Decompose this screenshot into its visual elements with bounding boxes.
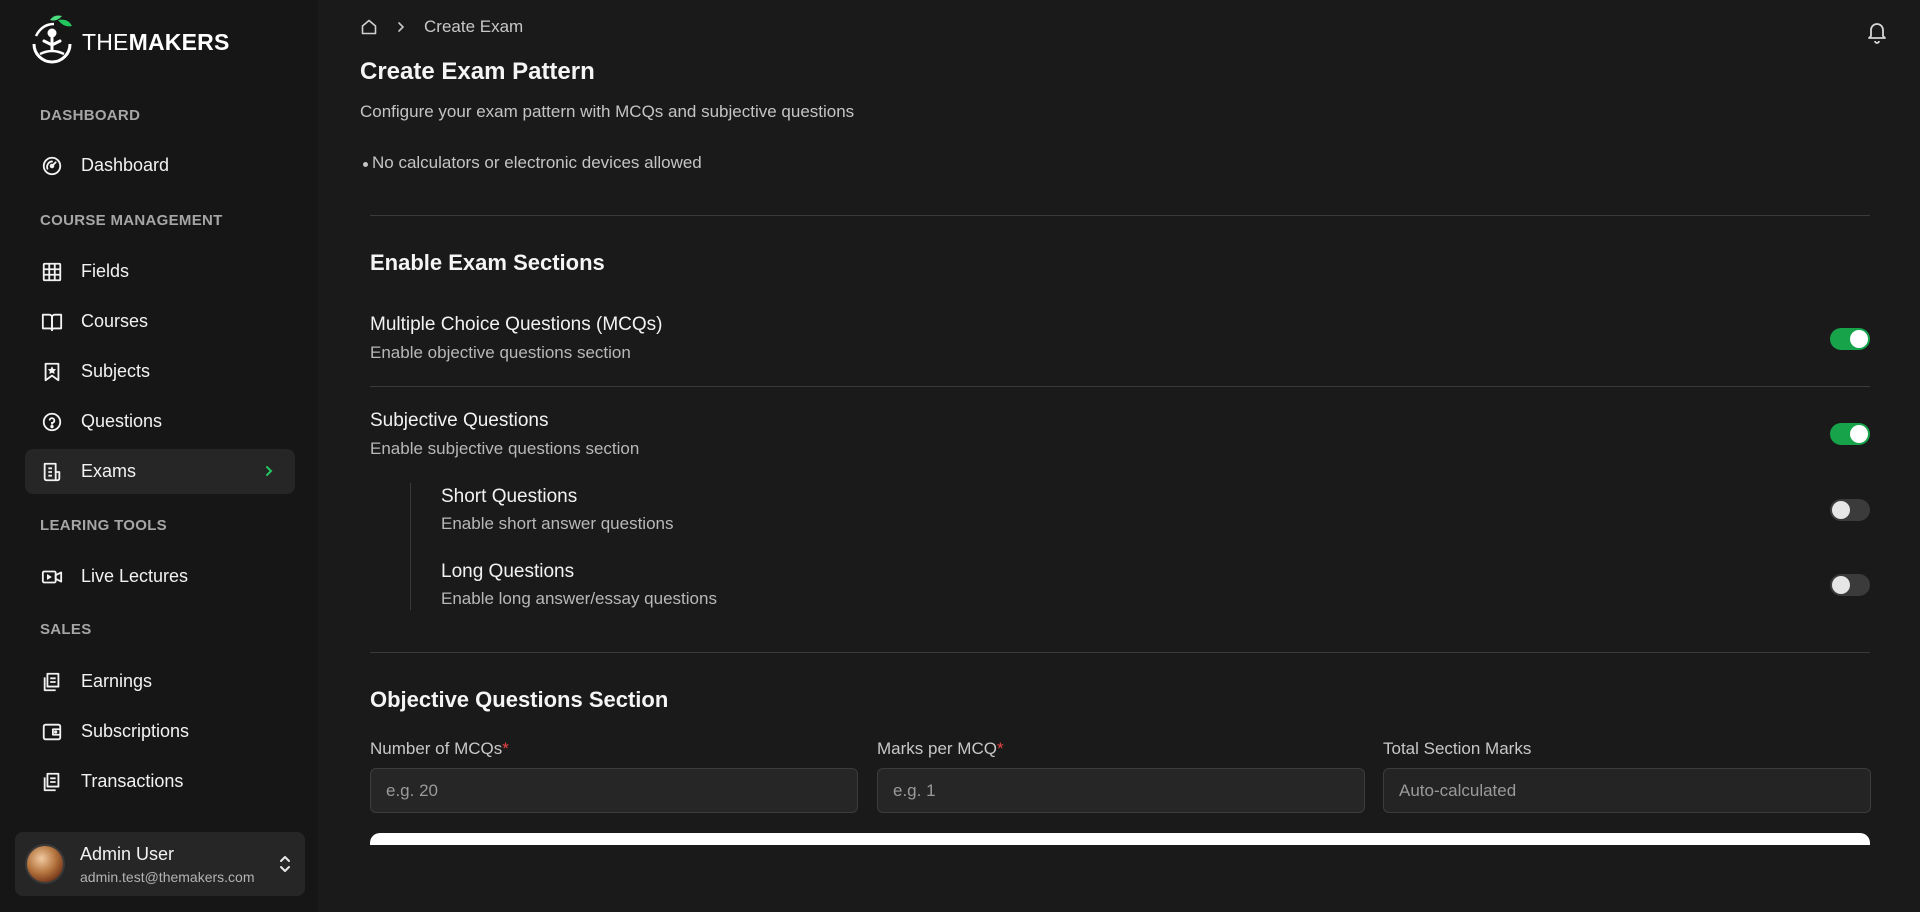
toggle-knob [1832,576,1850,594]
grid-icon [41,261,63,283]
marks-per-mcq-label: Marks per MCQ* [877,739,1004,758]
toggle-knob [1850,425,1868,443]
sidebar-item-earnings[interactable]: Earnings [25,659,295,704]
num-mcqs-label: Number of MCQs* [370,739,509,758]
total-marks-input [1383,768,1871,813]
divider [370,215,1870,216]
bell-icon[interactable] [1865,19,1889,45]
makers-logo-icon [32,15,72,64]
exam-document-icon [41,461,63,483]
brand-name: THEMAKERS [82,28,230,55]
objective-section-title: Objective Questions Section [370,687,669,712]
sidebar-item-transactions[interactable]: Transactions [25,759,295,804]
short-toggle[interactable] [1830,499,1870,521]
sidebar-item-label: Questions [81,411,163,431]
sidebar-item-live-lectures[interactable]: Live Lectures [25,554,295,599]
long-toggle[interactable] [1830,574,1870,596]
sidebar-item-label: Subjects [81,361,151,381]
user-email: admin.test@themakers.com [80,868,255,885]
chevron-right-icon [266,466,273,476]
breadcrumb-current: Create Exam [424,17,524,36]
mcq-option-title: Multiple Choice Questions (MCQs) [370,314,663,335]
sidebar-item-label: Fields [81,261,130,281]
avatar [25,844,65,884]
sidebar-item-subscriptions[interactable]: Subscriptions [25,709,295,754]
marks-per-mcq-input[interactable] [877,768,1365,813]
subjective-option-title: Subjective Questions [370,410,549,431]
bullet-dot [363,162,368,167]
brand-logo[interactable]: THEMAKERS [24,14,229,70]
sidebar-item-label: Courses [81,311,149,331]
user-info: Admin User admin.test@themakers.com [80,844,255,885]
page-title: Create Exam Pattern [360,58,595,85]
sidebar-item-label: Exams [81,461,137,481]
chevrons-up-down-icon [280,856,290,872]
user-menu[interactable]: Admin User admin.test@themakers.com [15,832,305,896]
sidebar-item-label: Subscriptions [81,721,190,741]
subjective-toggle[interactable] [1830,423,1870,445]
sidebar-item-label: Earnings [81,671,153,691]
toggle-knob [1832,501,1850,519]
sidebar: THEMAKERS DASHBOARD Dashboard COURSE MAN… [0,0,318,912]
wallet-icon [41,721,63,743]
sidebar-item-fields[interactable]: Fields [25,249,295,294]
bookmark-star-icon [41,361,63,383]
rule-list-item: No calculators or electronic devices all… [363,153,720,173]
mcq-option-desc: Enable objective questions section [370,343,631,362]
divider [370,652,1870,653]
sidebar-item-label: Dashboard [81,155,170,175]
enable-sections-title: Enable Exam Sections [370,250,605,275]
subjective-option-desc: Enable subjective questions section [370,439,640,458]
sidebar-item-questions[interactable]: Questions [25,399,295,444]
section-sales: SALES [40,621,92,638]
video-icon [41,566,63,588]
next-section-panel [370,833,1870,845]
total-marks-label: Total Section Marks [1383,739,1532,758]
toggle-knob [1850,330,1868,348]
sidebar-item-exams[interactable]: Exams [25,449,295,494]
short-option-title: Short Questions [441,486,578,507]
breadcrumb: Create Exam [360,16,523,38]
num-mcqs-input[interactable] [370,768,858,813]
subsection-border [410,483,411,610]
divider [370,386,1870,387]
long-option-title: Long Questions [441,561,575,582]
page-subtitle: Configure your exam pattern with MCQs an… [360,102,855,121]
section-course-management: COURSE MANAGEMENT [40,212,223,229]
sidebar-item-label: Transactions [81,771,184,791]
home-icon[interactable] [360,18,378,36]
sidebar-item-courses[interactable]: Courses [25,299,295,344]
section-learning-tools: LEARING TOOLS [40,517,167,534]
chevron-right-icon [398,22,405,32]
mcq-toggle[interactable] [1830,328,1870,350]
rule-text: No calculators or electronic devices all… [372,153,702,172]
short-option-desc: Enable short answer questions [441,514,674,533]
required-marker: * [502,739,509,758]
sidebar-item-subjects[interactable]: Subjects [25,349,295,394]
gauge-icon [41,155,63,177]
transactions-icon [41,771,63,793]
sidebar-item-label: Live Lectures [81,566,189,586]
user-name: Admin User [80,843,175,864]
section-dashboard: DASHBOARD [40,107,141,124]
help-circle-icon [41,411,63,433]
receipt-icon [41,671,63,693]
required-marker: * [996,739,1004,758]
long-option-desc: Enable long answer/essay questions [441,589,717,608]
book-open-icon [41,311,63,333]
sidebar-item-dashboard[interactable]: Dashboard [25,143,295,188]
